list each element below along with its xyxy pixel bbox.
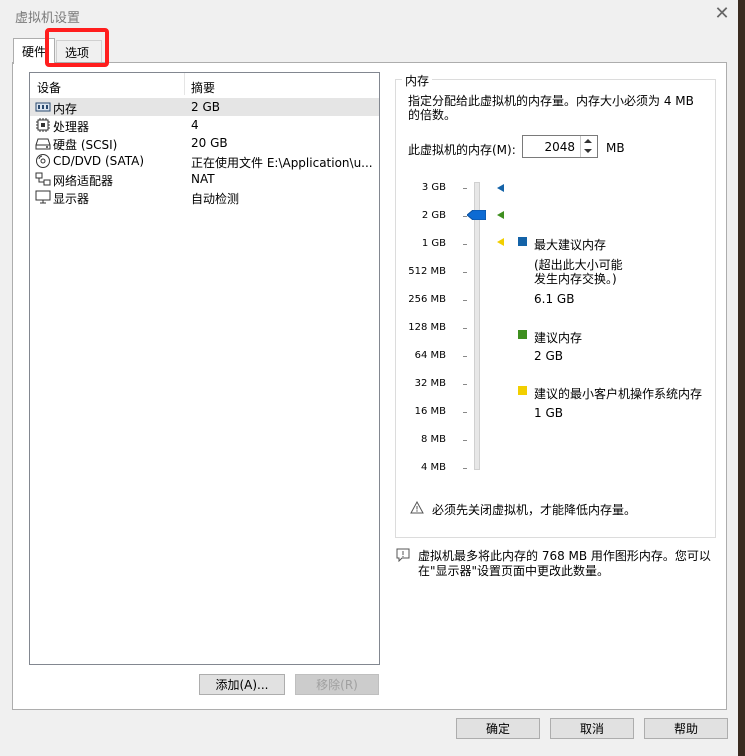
- scale-label: 64 MB: [414, 350, 446, 361]
- device-name: 显示器: [53, 192, 90, 206]
- scale-label: 16 MB: [414, 406, 446, 417]
- processor-icon: [36, 118, 50, 132]
- memory-unit: MB: [606, 141, 625, 155]
- scale-tick: [463, 300, 467, 301]
- device-name: 硬盘 (SCSI): [53, 138, 118, 152]
- scale-label: 2 GB: [421, 210, 446, 221]
- device-summary: 20 GB: [191, 136, 228, 150]
- tab-options[interactable]: 选项: [56, 40, 102, 62]
- device-name: 网络适配器: [53, 174, 114, 188]
- recommended-marker: [497, 211, 504, 219]
- column-divider[interactable]: [184, 73, 185, 95]
- spin-arrows[interactable]: [580, 136, 597, 157]
- device-summary: 2 GB: [191, 100, 220, 114]
- memory-description: 指定分配给此虚拟机的内存量。内存大小必须为 4 MB 的倍数。: [408, 94, 694, 122]
- tab-options-label: 选项: [65, 46, 90, 60]
- display-icon: [35, 190, 51, 204]
- memory-slider-thumb[interactable]: [467, 210, 486, 220]
- device-name: 内存: [53, 102, 78, 116]
- memory-icon: [35, 102, 51, 112]
- warning-icon: [410, 501, 424, 514]
- scale-label: 512 MB: [408, 266, 446, 277]
- column-header-device[interactable]: 设备: [37, 79, 61, 96]
- min-recommended-marker: [497, 238, 504, 246]
- max-legend-title: 最大建议内存: [534, 238, 607, 252]
- scale-label: 128 MB: [408, 322, 446, 333]
- scale-tick: [463, 328, 467, 329]
- device-summary: 4: [191, 118, 199, 132]
- max-recommended-marker: [497, 184, 504, 192]
- warning-text: 必须先关闭虚拟机，才能降低内存量。: [432, 503, 637, 517]
- min-legend-value: 1 GB: [534, 406, 563, 420]
- cancel-button[interactable]: 取消: [550, 718, 634, 739]
- add-device-button[interactable]: 添加(A)...: [199, 674, 285, 695]
- scale-label: 32 MB: [414, 378, 446, 389]
- max-legend-swatch: [518, 237, 527, 246]
- memory-group-title: 内存: [402, 72, 433, 89]
- max-legend-value: 6.1 GB: [534, 292, 575, 306]
- memory-field-label: 此虚拟机的内存(M):: [408, 143, 516, 157]
- column-header-summary[interactable]: 摘要: [191, 79, 215, 96]
- scale-tick: [463, 412, 467, 413]
- scale-label: 4 MB: [420, 462, 446, 473]
- remove-device-button[interactable]: 移除(R): [295, 674, 379, 695]
- min-legend-title: 建议的最小客户机操作系统内存: [534, 387, 703, 401]
- help-button[interactable]: 帮助: [644, 718, 728, 739]
- scale-label: 256 MB: [408, 294, 446, 305]
- scale-tick: [463, 468, 467, 469]
- device-row-display[interactable]: 显示器 自动检测: [30, 188, 379, 206]
- device-summary: NAT: [191, 172, 215, 186]
- device-row-network-adapter[interactable]: 网络适配器 NAT: [30, 170, 379, 188]
- list-header: 设备 摘要: [30, 73, 379, 95]
- scale-tick: [463, 440, 467, 441]
- device-row-hard-disk[interactable]: 硬盘 (SCSI) 20 GB: [30, 134, 379, 152]
- spin-down-icon[interactable]: [584, 149, 592, 153]
- device-row-memory[interactable]: 内存 2 GB: [30, 98, 379, 116]
- tab-hardware[interactable]: 硬件: [13, 38, 55, 64]
- window-title: 虚拟机设置: [15, 11, 81, 26]
- scale-tick: [463, 356, 467, 357]
- scale-tick: [463, 244, 467, 245]
- network-adapter-icon: [35, 172, 51, 186]
- memory-spinbox[interactable]: 2048: [522, 135, 598, 158]
- scale-label: 3 GB: [421, 182, 446, 193]
- scale-tick: [463, 188, 467, 189]
- device-name: 处理器: [53, 120, 90, 134]
- cd-dvd-icon: [36, 154, 50, 168]
- close-icon[interactable]: ✕: [712, 3, 732, 25]
- graphics-memory-note: 虚拟机最多将此内存的 768 MB 用作图形内存。您可以在"显示器"设置页面中更…: [418, 549, 711, 578]
- ok-button[interactable]: 确定: [456, 718, 540, 739]
- device-summary: 自动检测: [191, 192, 240, 206]
- tab-hardware-label: 硬件: [22, 45, 47, 59]
- spin-up-icon[interactable]: [584, 139, 592, 143]
- hard-disk-icon: [35, 138, 51, 150]
- device-name: CD/DVD (SATA): [53, 154, 145, 168]
- device-list[interactable]: 设备 摘要 内存 2 GB 处理器 4 硬盘 (SCSI) 20 GB CD/D…: [29, 72, 380, 665]
- recommended-legend-title: 建议内存: [534, 331, 583, 345]
- device-row-processor[interactable]: 处理器 4: [30, 116, 379, 134]
- device-row-cd-dvd[interactable]: CD/DVD (SATA) 正在使用文件 E:\Application\u...: [30, 152, 379, 170]
- min-legend-swatch: [518, 386, 527, 395]
- recommended-legend-value: 2 GB: [534, 349, 563, 363]
- memory-slider-track[interactable]: [474, 182, 480, 470]
- scale-label: 8 MB: [420, 434, 446, 445]
- scale-tick: [463, 272, 467, 273]
- scale-tick: [463, 384, 467, 385]
- info-icon: [396, 548, 410, 562]
- memory-value[interactable]: 2048: [544, 140, 575, 154]
- device-summary: 正在使用文件 E:\Application\u...: [191, 156, 373, 170]
- max-legend-note: (超出此大小可能发生内存交换。): [534, 258, 623, 286]
- scale-label: 1 GB: [421, 238, 446, 249]
- recommended-legend-swatch: [518, 330, 527, 339]
- vm-settings-dialog: 虚拟机设置 ✕ 硬件 选项 设备 摘要 内存 2 GB 处理器 4 硬盘 (SC…: [0, 0, 738, 756]
